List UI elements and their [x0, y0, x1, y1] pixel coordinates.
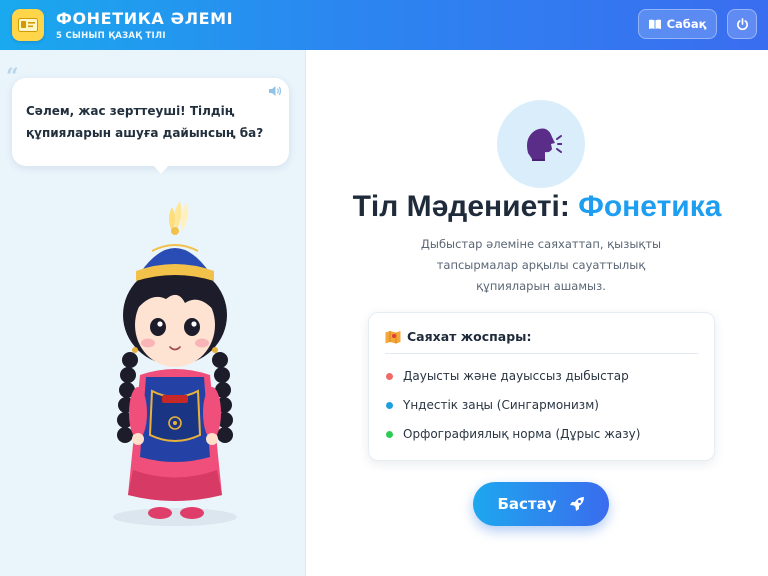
map-icon — [385, 330, 401, 343]
speaking-head-icon — [527, 128, 562, 161]
id-card-icon — [12, 9, 44, 41]
rocket-icon — [569, 497, 584, 511]
top-bar: ФОНЕТИКА ӘЛЕМІ 5 СЫНЫП ҚАЗАҚ ТІЛІ Сабақ — [0, 0, 768, 50]
speaker-icon[interactable] — [268, 85, 282, 97]
app-title: ФОНЕТИКА ӘЛЕМІ — [56, 8, 234, 28]
plan-title: Саяхат жоспары: — [407, 329, 532, 344]
plan-item-label: Үндестік заңы (Сингармонизм) — [403, 398, 599, 412]
title-main: Тіл Мәдениеті: — [352, 190, 579, 223]
emblem — [497, 100, 585, 188]
intro-panel: Тіл Мәдениеті: Фонетика Дыбыстар әлеміне… — [306, 50, 768, 576]
plan-item-vowels[interactable]: Дауысты және дауыссыз дыбыстар — [385, 369, 698, 383]
start-button-label: Бастау — [497, 495, 557, 513]
power-icon — [736, 17, 748, 30]
bullet-dot — [386, 430, 393, 438]
book-icon — [648, 19, 661, 29]
plan-header: Саяхат жоспары: — [385, 329, 698, 354]
title-accent: Фонетика — [578, 190, 722, 223]
lesson-button[interactable]: Сабақ — [638, 9, 717, 39]
bullet-dot — [386, 401, 393, 409]
journey-plan-card: Саяхат жоспары: Дауысты және дауыссыз ды… — [368, 312, 715, 461]
power-button[interactable] — [727, 9, 757, 39]
speech-text: Сәлем, жас зерттеуші! Тілдің құпияларын … — [26, 104, 264, 140]
lesson-button-label: Сабақ — [666, 17, 707, 31]
page-description: Дыбыстар әлеміне саяхаттап, қызықты тапс… — [420, 237, 662, 293]
page-title: Тіл Мәдениеті: Фонетика — [306, 190, 768, 224]
app-subtitle: 5 СЫНЫП ҚАЗАҚ ТІЛІ — [56, 30, 166, 41]
guide-character — [113, 201, 237, 526]
plan-item-label: Дауысты және дауыссыз дыбыстар — [403, 369, 629, 383]
bubble-tail — [152, 164, 170, 174]
brand: ФОНЕТИКА ӘЛЕМІ 5 СЫНЫП ҚАЗАҚ ТІЛІ — [56, 8, 234, 41]
guide-panel: “ Сәлем, жас зерттеуші! Тілдің құпиялары… — [0, 50, 306, 576]
speech-bubble: Сәлем, жас зерттеуші! Тілдің құпияларын … — [12, 78, 289, 174]
plan-item-label: Орфографиялық норма (Дұрыс жазу) — [403, 427, 641, 441]
bullet-dot — [386, 372, 393, 380]
start-button[interactable]: Бастау — [473, 482, 609, 526]
plan-item-synharmonism[interactable]: Үндестік заңы (Сингармонизм) — [385, 398, 698, 412]
plan-item-orthography[interactable]: Орфографиялық норма (Дұрыс жазу) — [385, 427, 698, 441]
